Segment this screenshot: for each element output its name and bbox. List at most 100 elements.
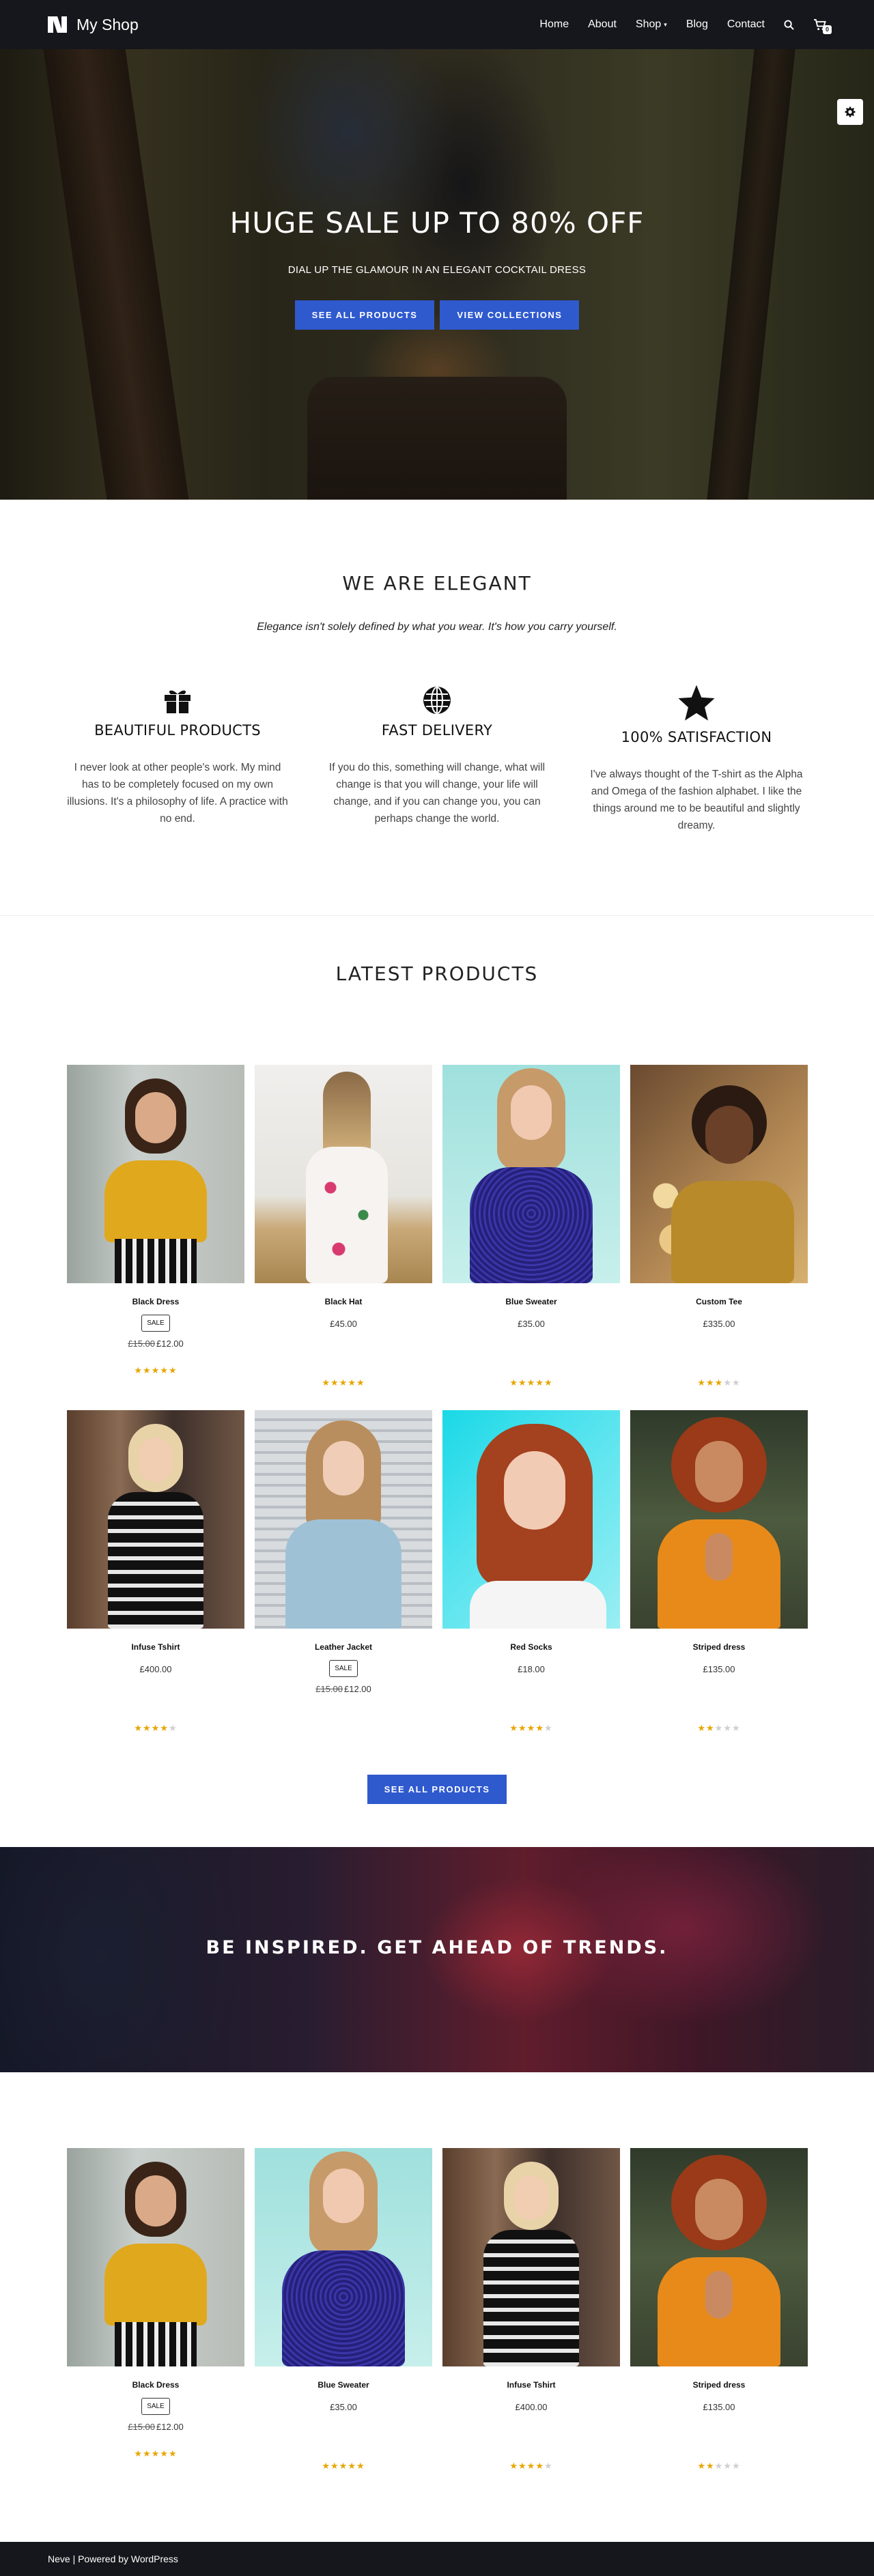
product-image[interactable] <box>630 2148 808 2366</box>
star-rating: ★★★★★ <box>630 1723 808 1734</box>
search-icon[interactable] <box>784 19 794 30</box>
feature-title: FAST DELIVERY <box>381 722 493 739</box>
hero-buttons: SEE ALL PRODUCTS VIEW COLLECTIONS <box>0 300 874 330</box>
product-card[interactable]: Black Dress SALE £15.00 £12.00 ★★★★★ <box>67 2148 244 2459</box>
product-price: £45.00 <box>330 1319 357 1329</box>
product-card[interactable]: Striped dress £135.00 ★★★★★ <box>630 2148 808 2472</box>
product-name[interactable]: Black Dress <box>67 1297 244 1306</box>
view-collections-button[interactable]: VIEW COLLECTIONS <box>440 300 580 330</box>
see-all-products-wrapper: SEE ALL PRODUCTS <box>0 1775 874 1804</box>
nav-item-about[interactable]: About <box>588 18 617 31</box>
star-icon: ★ <box>535 2461 544 2471</box>
product-name[interactable]: Blue Sweater <box>255 2380 432 2390</box>
star-icon: ★ <box>339 2461 348 2471</box>
product-card[interactable]: Striped dress £135.00 ★★★★★ <box>630 1410 808 1734</box>
star-icon: ★ <box>706 2461 715 2471</box>
star-icon: ★ <box>160 1365 169 1375</box>
sale-price: £12.00 <box>156 1339 184 1349</box>
product-name[interactable]: Infuse Tshirt <box>67 1642 244 1652</box>
section-title: WE ARE ELEGANT <box>342 572 532 595</box>
nav-item-contact[interactable]: Contact <box>727 18 765 31</box>
star-icon: ★ <box>143 1723 152 1733</box>
star-icon <box>584 683 809 722</box>
product-image[interactable] <box>67 1065 244 1283</box>
star-rating: ★★★★★ <box>442 1723 620 1734</box>
inspiration-banner: BE INSPIRED. GET AHEAD OF TRENDS. <box>0 1847 874 2072</box>
product-card[interactable]: Leather Jacket SALE £15.00 £12.00 <box>255 1410 432 1694</box>
feature-title: 100% SATISFACTION <box>621 729 772 745</box>
product-price: £15.00 £12.00 <box>67 1339 244 1349</box>
gear-icon[interactable] <box>837 99 863 125</box>
site-logo[interactable]: My Shop <box>48 15 139 34</box>
star-icon: ★ <box>509 1377 519 1388</box>
star-icon: ★ <box>134 1723 143 1733</box>
product-image[interactable] <box>255 2148 432 2366</box>
star-icon: ★ <box>535 1723 544 1733</box>
product-card[interactable]: Red Socks £18.00 ★★★★★ <box>442 1410 620 1734</box>
star-icon: ★ <box>151 2448 160 2459</box>
product-name[interactable]: Red Socks <box>442 1642 620 1652</box>
product-card[interactable]: Black Dress SALE £15.00 £12.00 ★★★★★ <box>67 1065 244 1376</box>
feature-text: I never look at other people's work. My … <box>67 762 288 825</box>
star-icon: ★ <box>348 1377 356 1388</box>
star-icon: ★ <box>356 2461 365 2471</box>
product-card[interactable]: Infuse Tshirt £400.00 ★★★★★ <box>442 2148 620 2472</box>
product-image[interactable] <box>442 1410 620 1629</box>
nav-item-blog[interactable]: Blog <box>686 18 708 31</box>
main-nav: Home About Shop ▾ Blog Contact 0 <box>539 18 832 34</box>
product-image[interactable] <box>442 1065 620 1283</box>
product-name[interactable]: Black Dress <box>67 2380 244 2390</box>
star-icon: ★ <box>322 1377 331 1388</box>
section-subtitle: Elegance isn't solely defined by what yo… <box>257 621 617 633</box>
hero-subtitle: DIAL UP THE GLAMOUR IN AN ELEGANT COCKTA… <box>287 264 587 276</box>
product-price: £18.00 <box>518 1664 545 1674</box>
product-name[interactable]: Infuse Tshirt <box>442 2380 620 2390</box>
star-icon: ★ <box>544 2461 553 2471</box>
product-card[interactable]: Blue Sweater £35.00 ★★★★★ <box>442 1065 620 1388</box>
star-icon: ★ <box>697 1723 707 1733</box>
product-name[interactable]: Custom Tee <box>630 1297 808 1306</box>
hero-content: HUGE SALE UP TO 80% OFF DIAL UP THE GLAM… <box>0 206 874 330</box>
product-image[interactable] <box>67 1410 244 1629</box>
star-icon: ★ <box>544 1723 553 1733</box>
product-image[interactable] <box>255 1065 432 1283</box>
old-price: £15.00 <box>128 1339 155 1349</box>
product-price: £15.00 £12.00 <box>255 1684 432 1694</box>
product-image[interactable] <box>255 1410 432 1629</box>
product-name[interactable]: Leather Jacket <box>255 1642 432 1652</box>
star-icon: ★ <box>706 1377 715 1388</box>
star-icon: ★ <box>697 2461 707 2471</box>
product-card[interactable]: Custom Tee £335.00 ★★★★★ <box>630 1065 808 1388</box>
product-name[interactable]: Black Hat <box>255 1297 432 1306</box>
site-header: My Shop Home About Shop ▾ Blog Contact 0 <box>0 0 874 49</box>
star-rating: ★★★★★ <box>67 2448 244 2459</box>
nav-item-home[interactable]: Home <box>539 18 569 31</box>
cart-button[interactable]: 0 <box>813 18 832 34</box>
see-all-products-button[interactable]: SEE ALL PRODUCTS <box>294 300 435 330</box>
product-image[interactable] <box>630 1065 808 1283</box>
product-card[interactable]: Black Hat £45.00 ★★★★★ <box>255 1065 432 1388</box>
star-icon: ★ <box>509 1723 519 1733</box>
globe-icon <box>324 685 550 715</box>
product-image[interactable] <box>67 2148 244 2366</box>
nav-item-shop[interactable]: Shop ▾ <box>636 18 667 31</box>
star-icon: ★ <box>526 2461 536 2471</box>
star-icon: ★ <box>526 1377 536 1388</box>
product-image[interactable] <box>442 2148 620 2366</box>
product-name[interactable]: Blue Sweater <box>442 1297 620 1306</box>
footer-credit[interactable]: Neve | Powered by WordPress <box>48 2553 178 2564</box>
product-card[interactable]: Infuse Tshirt £400.00 ★★★★★ <box>67 1410 244 1734</box>
star-icon: ★ <box>535 1377 544 1388</box>
star-icon: ★ <box>143 2448 152 2459</box>
product-image[interactable] <box>630 1410 808 1629</box>
see-all-products-button[interactable]: SEE ALL PRODUCTS <box>367 1775 507 1804</box>
star-icon: ★ <box>356 1377 365 1388</box>
product-card[interactable]: Blue Sweater £35.00 ★★★★★ <box>255 2148 432 2472</box>
gift-icon <box>65 685 290 715</box>
product-name[interactable]: Striped dress <box>630 2380 808 2390</box>
star-icon: ★ <box>330 2461 339 2471</box>
star-icon: ★ <box>723 1723 732 1733</box>
product-name[interactable]: Striped dress <box>630 1642 808 1652</box>
feature-text: If you do this, something will change, w… <box>328 762 546 825</box>
chevron-down-icon: ▾ <box>664 20 667 28</box>
